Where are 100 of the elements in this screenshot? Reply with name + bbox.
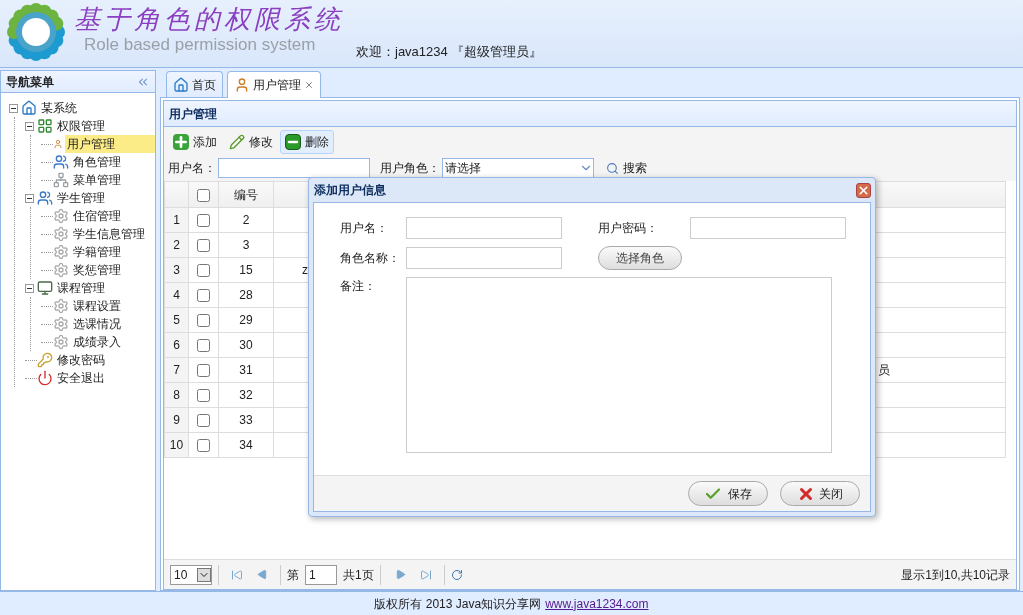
page-size-select[interactable]: 10 — [170, 564, 212, 585]
copyright-text: 版权所有 2013 Java知识分享网 — [374, 595, 542, 613]
password-label: 用户密码： — [598, 220, 659, 237]
dropdown-icon — [197, 567, 211, 582]
row-checkbox[interactable] — [197, 414, 210, 428]
gear-icon — [53, 316, 69, 332]
plus-icon — [173, 134, 189, 150]
welcome-text: 欢迎：java1234 『超级管理员』 — [356, 42, 543, 61]
page-summary: 显示1到10,共10记录 — [901, 566, 1010, 584]
row-checkbox[interactable] — [197, 364, 210, 378]
role-select[interactable]: 请选择 — [442, 158, 594, 178]
row-number: 9 — [164, 407, 189, 433]
gear-icon — [53, 262, 69, 278]
tree-item[interactable]: 角色管理 — [71, 153, 123, 171]
close-icon[interactable] — [304, 80, 314, 90]
select-all-checkbox[interactable] — [197, 188, 210, 202]
toolbar-button[interactable]: 删除 — [280, 130, 334, 154]
row-checkbox[interactable] — [197, 289, 210, 303]
page-total: 共1页 — [343, 566, 374, 584]
panel-title: 用户管理 — [169, 105, 217, 123]
tree-item[interactable]: 学生管理 — [55, 189, 107, 207]
tree-item[interactable]: 课程设置 — [71, 297, 123, 315]
column-header[interactable]: 编号 — [218, 181, 274, 208]
tree-item[interactable]: 修改密码 — [55, 351, 107, 369]
table-cell: 28 — [218, 282, 274, 308]
choose-role-button[interactable]: 选择角色 — [598, 246, 682, 270]
password-field[interactable] — [690, 217, 846, 239]
gear-icon — [53, 244, 69, 260]
gear-icon — [53, 298, 69, 314]
row-checkbox[interactable] — [197, 389, 210, 403]
tab[interactable]: 首页 — [166, 71, 223, 97]
table-cell: 31 — [218, 357, 274, 383]
remark-field[interactable] — [406, 277, 832, 453]
save-button[interactable]: 保存 — [688, 481, 768, 506]
tree-item[interactable]: 住宿管理 — [71, 207, 123, 225]
row-number: 2 — [164, 232, 189, 258]
row-number: 1 — [164, 207, 189, 233]
row-number: 3 — [164, 257, 189, 283]
row-checkbox[interactable] — [197, 439, 210, 453]
dialog-title: 添加用户信息 — [313, 182, 386, 199]
row-number: 5 — [164, 307, 189, 333]
page-field[interactable]: 1 — [305, 564, 337, 585]
table-cell: 29 — [218, 307, 274, 333]
collapse-toggle[interactable] — [25, 283, 34, 293]
search-button[interactable]: 搜索 — [604, 159, 649, 177]
hierarchy-icon — [53, 172, 69, 188]
role-name-field[interactable] — [406, 247, 562, 269]
row-number: 8 — [164, 382, 189, 408]
tree-item[interactable]: 菜单管理 — [71, 171, 123, 189]
collapse-toggle[interactable] — [25, 193, 34, 203]
row-checkbox[interactable] — [197, 339, 210, 353]
minus-icon — [285, 134, 301, 150]
username-field[interactable] — [218, 158, 370, 178]
tree-item[interactable]: 奖惩管理 — [71, 261, 123, 279]
row-checkbox[interactable] — [197, 314, 210, 328]
close-button[interactable]: 关闭 — [780, 481, 860, 506]
site-link[interactable]: www.java1234.com — [545, 594, 649, 613]
row-checkbox[interactable] — [197, 264, 210, 278]
table-cell: 30 — [218, 332, 274, 358]
tree-item[interactable]: 某系统 — [39, 99, 79, 117]
username-label: 用户名： — [340, 220, 389, 237]
collapse-toggle[interactable] — [25, 121, 34, 131]
tree-item[interactable]: 用户管理 — [65, 135, 155, 153]
row-number: 7 — [164, 357, 189, 383]
table-cell: 员 — [878, 363, 890, 377]
pencil-icon — [229, 134, 245, 150]
tree-item[interactable]: 权限管理 — [55, 117, 107, 135]
monitor-icon — [37, 280, 53, 296]
collapse-toggle[interactable] — [9, 103, 18, 113]
username-field[interactable] — [406, 217, 562, 239]
table-cell: z — [302, 263, 308, 277]
row-number: 6 — [164, 332, 189, 358]
row-checkbox[interactable] — [197, 214, 210, 228]
row-checkbox[interactable] — [197, 239, 210, 253]
toolbar-button[interactable]: 添加 — [168, 130, 222, 154]
tree-item[interactable]: 安全退出 — [55, 369, 107, 387]
username-label: 用户名： — [168, 160, 216, 177]
system-subtitle: Role based permission system — [84, 36, 317, 54]
grid-icon — [37, 118, 53, 134]
role-label: 用户角色： — [380, 160, 440, 177]
table-cell: 34 — [218, 432, 274, 458]
users-icon — [37, 190, 53, 206]
home-icon — [173, 76, 189, 93]
row-number: 4 — [164, 282, 189, 308]
tree-item[interactable]: 课程管理 — [55, 279, 107, 297]
tree-item[interactable]: 成绩录入 — [71, 333, 123, 351]
tree-item[interactable]: 学籍管理 — [71, 243, 123, 261]
search-icon — [606, 161, 619, 175]
toolbar-button[interactable]: 修改 — [224, 130, 278, 154]
tab[interactable]: 用户管理 — [227, 71, 321, 98]
table-cell: 32 — [218, 382, 274, 408]
system-title: 基于角色的权限系统 — [74, 3, 344, 36]
nav-title: 导航菜单 — [6, 73, 54, 91]
close-icon[interactable] — [856, 182, 871, 198]
tree-item[interactable]: 选课情况 — [71, 315, 123, 333]
refresh-icon[interactable] — [450, 568, 463, 581]
remark-label: 备注： — [340, 278, 377, 295]
tree-item[interactable]: 学生信息管理 — [71, 225, 147, 243]
gear-icon — [53, 226, 69, 242]
table-cell: 33 — [218, 407, 274, 433]
